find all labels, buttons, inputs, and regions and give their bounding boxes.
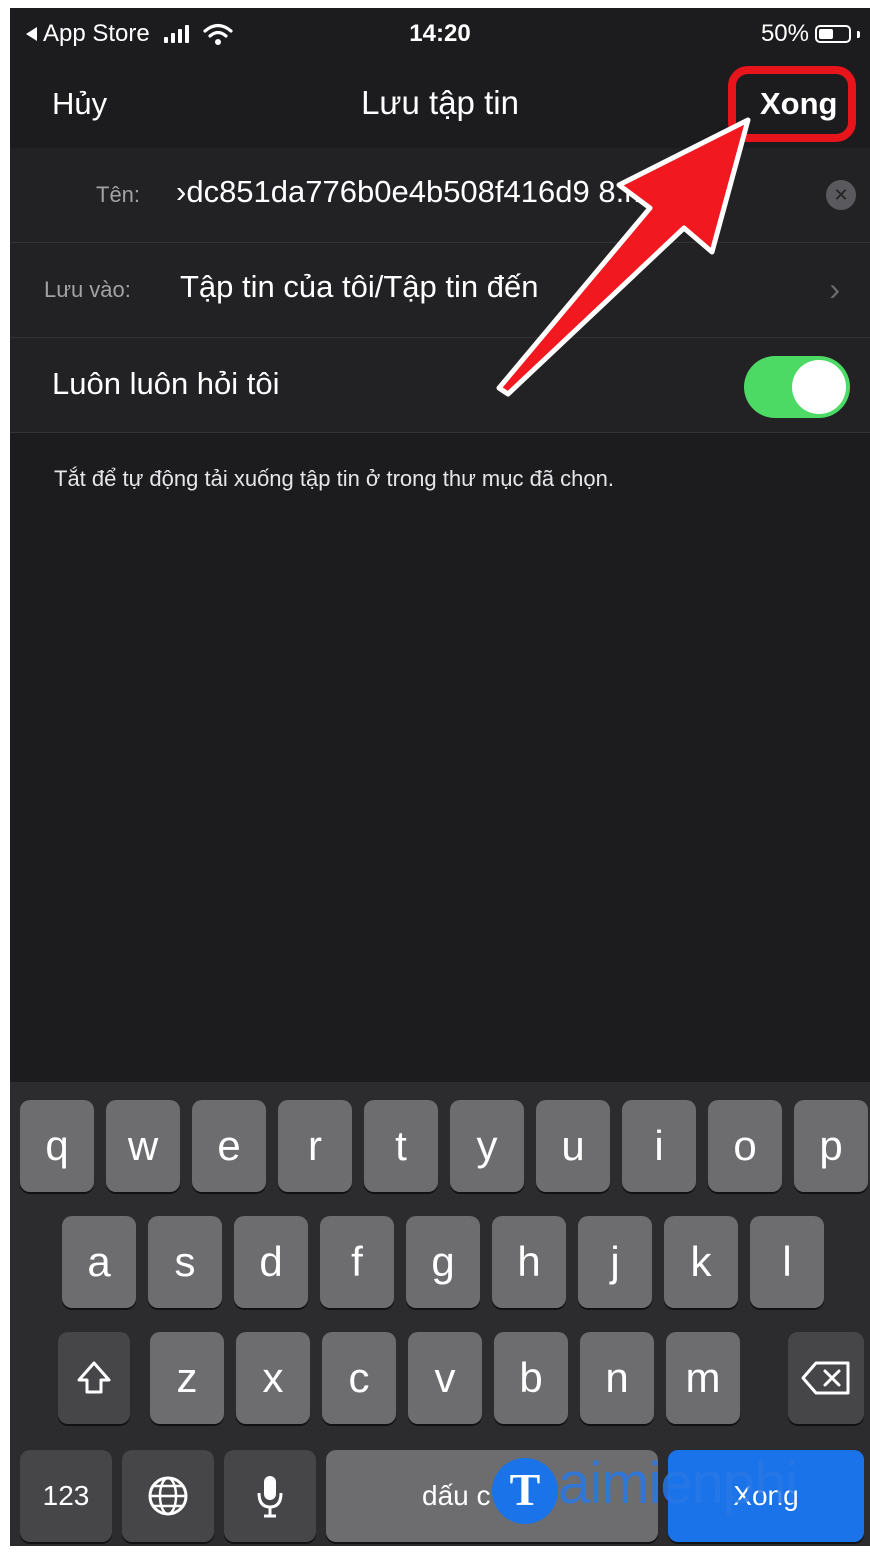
key-x[interactable]: x: [236, 1332, 310, 1424]
key-z[interactable]: z: [150, 1332, 224, 1424]
key-y[interactable]: y: [450, 1100, 524, 1192]
battery-percent: 50%: [760, 20, 809, 47]
key-o[interactable]: o: [708, 1100, 782, 1192]
key-j[interactable]: j: [578, 1216, 652, 1308]
key-s[interactable]: s: [148, 1216, 222, 1308]
key-h[interactable]: h: [492, 1216, 566, 1308]
globe-icon: [148, 1476, 188, 1516]
always-ask-toggle[interactable]: [744, 356, 850, 418]
key-q[interactable]: q: [20, 1100, 94, 1192]
key-c[interactable]: c: [322, 1332, 396, 1424]
filename-label: Tên:: [96, 182, 141, 207]
key-l[interactable]: l: [750, 1216, 824, 1308]
key-u[interactable]: u: [536, 1100, 610, 1192]
backspace-key[interactable]: [788, 1332, 864, 1424]
clear-icon[interactable]: ✕: [826, 180, 856, 210]
toggle-knob: [792, 360, 846, 414]
always-ask-label: Luôn luôn hỏi tôi: [52, 366, 280, 401]
numbers-key[interactable]: 123: [20, 1450, 112, 1542]
shift-icon: [77, 1361, 111, 1394]
filename-input[interactable]: ›dc851da776b0e4b508f416d9 8.mp4: [176, 174, 816, 210]
microphone-icon: [257, 1476, 283, 1518]
key-p[interactable]: p: [794, 1100, 868, 1192]
key-g[interactable]: g: [406, 1216, 480, 1308]
key-r[interactable]: r: [278, 1100, 352, 1192]
key-m[interactable]: m: [666, 1332, 740, 1424]
key-a[interactable]: a: [62, 1216, 136, 1308]
battery-indicator: 50%: [761, 20, 860, 48]
save-location-label: Lưu vào:: [44, 277, 131, 302]
phone-screen: App Store 14:20 50% Hủy Lưu tập tin Xong…: [10, 8, 870, 1546]
key-b[interactable]: b: [494, 1332, 568, 1424]
globe-key[interactable]: [122, 1450, 214, 1542]
always-ask-row: Luôn luôn hỏi tôi: [10, 338, 870, 433]
save-location-row[interactable]: Lưu vào: Tập tin của tôi/Tập tin đến ›: [10, 243, 870, 338]
nav-bar: Hủy Lưu tập tin Xong: [10, 60, 870, 148]
key-w[interactable]: w: [106, 1100, 180, 1192]
key-k[interactable]: k: [664, 1216, 738, 1308]
key-i[interactable]: i: [622, 1100, 696, 1192]
status-bar: App Store 14:20 50%: [10, 8, 870, 60]
watermark: T aimienphi .vn: [492, 1450, 867, 1550]
watermark-logo: T: [492, 1458, 558, 1524]
highlight-ring: [728, 66, 856, 142]
watermark-brand: aimienphi: [558, 1451, 798, 1516]
shift-key[interactable]: [58, 1332, 130, 1424]
footnote: Tắt để tự động tải xuống tập tin ở trong…: [54, 466, 614, 491]
key-n[interactable]: n: [580, 1332, 654, 1424]
clock: 14:20: [409, 20, 471, 47]
chevron-right-icon: ›: [829, 271, 840, 307]
backspace-icon: [801, 1361, 850, 1395]
battery-icon: [815, 25, 851, 43]
key-e[interactable]: e: [192, 1100, 266, 1192]
key-t[interactable]: t: [364, 1100, 438, 1192]
filename-row[interactable]: Tên: ›dc851da776b0e4b508f416d9 8.mp4 ✕: [10, 148, 870, 243]
key-v[interactable]: v: [408, 1332, 482, 1424]
save-location-value: Tập tin của tôi/Tập tin đến: [180, 269, 539, 304]
key-d[interactable]: d: [234, 1216, 308, 1308]
watermark-domain: .vn: [833, 1512, 863, 1537]
key-f[interactable]: f: [320, 1216, 394, 1308]
microphone-key[interactable]: [224, 1450, 316, 1542]
save-file-form: Tên: ›dc851da776b0e4b508f416d9 8.mp4 ✕ L…: [10, 148, 870, 433]
